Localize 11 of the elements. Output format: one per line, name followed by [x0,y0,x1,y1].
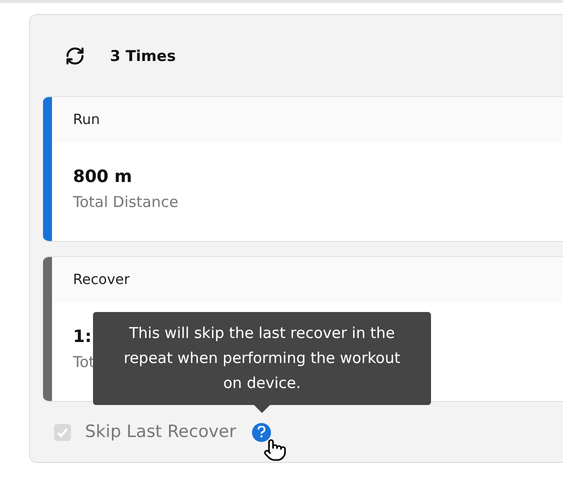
step-value: 800 m [73,167,132,187]
skip-label: Skip Last Recover [85,422,236,442]
step-title: Recover [73,272,130,288]
repeat-count: 3 Times [110,46,176,64]
repeat-icon [65,46,85,66]
step-label: Total Distance [73,193,178,211]
help-icon[interactable] [252,422,272,442]
step-title: Run [73,112,100,128]
tooltip-pointer [254,405,270,413]
step-value: 1: [73,327,92,347]
step-label: Tot [73,353,95,371]
